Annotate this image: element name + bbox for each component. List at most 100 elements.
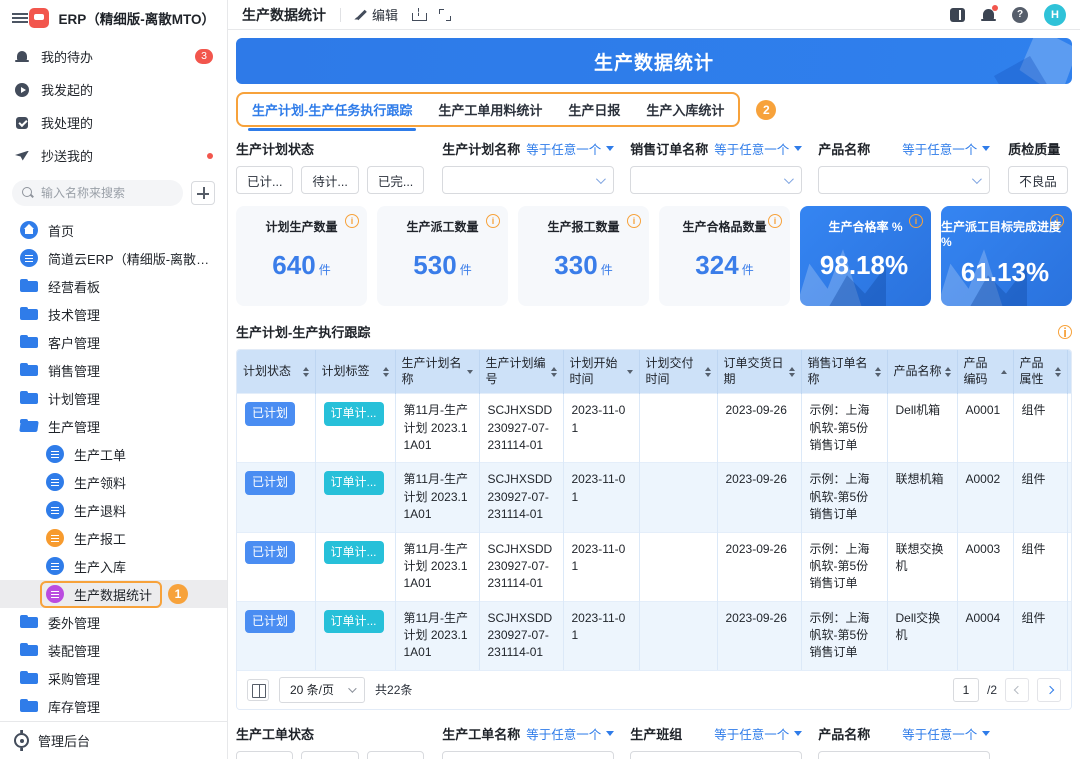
info-icon[interactable]	[768, 214, 782, 228]
filter-operator[interactable]: 等于任意一个	[526, 139, 614, 158]
sidebar-item[interactable]: 采购管理	[0, 664, 227, 692]
sidebar-item[interactable]: 首页	[0, 216, 227, 244]
column-header[interactable]: 产品属性	[1013, 350, 1067, 394]
info-icon[interactable]	[1058, 325, 1072, 339]
product-code-cell: A0003	[957, 532, 1013, 601]
sidebar-item[interactable]: 生产退料	[0, 496, 227, 524]
status-filter-chip[interactable]: 待计...	[301, 166, 358, 194]
plan-table-header: 生产计划-生产执行跟踪	[236, 322, 1072, 341]
filter-operator[interactable]: 等于任意一个	[714, 724, 802, 743]
sidebar-item[interactable]: 销售管理	[0, 356, 227, 384]
help-icon[interactable]: ?	[1012, 7, 1028, 23]
sidebar-item[interactable]: 技术管理	[0, 300, 227, 328]
filter-operator[interactable]: 等于任意一个	[526, 724, 614, 743]
status-badge: 已计划	[245, 541, 295, 564]
column-header[interactable]: 销售订单名称	[801, 350, 887, 394]
column-header[interactable]: 订单交货日期	[717, 350, 801, 394]
status-filter-chip[interactable]: 已派...	[236, 751, 293, 759]
info-icon[interactable]	[345, 214, 359, 228]
filter-dropdown[interactable]	[630, 166, 802, 194]
quick-nav-item[interactable]: 我发起的	[0, 73, 227, 106]
column-header[interactable]: 产品名称	[887, 350, 957, 394]
share-icon[interactable]	[412, 8, 425, 21]
quality-filter-chip[interactable]: 不良品	[1008, 166, 1068, 194]
sidebar-item-icon	[20, 613, 38, 631]
filter-dropdown[interactable]	[442, 751, 614, 759]
quick-nav-item[interactable]: 我的待办 3	[0, 40, 227, 73]
status-filter-chip[interactable]: 已完...	[367, 166, 424, 194]
sidebar-item-label: 生产退料	[74, 501, 126, 520]
sidebar-item[interactable]: 生产管理	[0, 412, 227, 440]
column-header[interactable]	[1067, 350, 1072, 394]
filter-operator[interactable]: 等于任意一个	[902, 724, 990, 743]
journal-icon[interactable]	[950, 8, 965, 22]
sidebar-item[interactable]: 计划管理	[0, 384, 227, 412]
column-header[interactable]: 计划标签	[315, 350, 395, 394]
next-page-button[interactable]	[1037, 678, 1061, 702]
filter-dropdown[interactable]	[630, 751, 802, 759]
info-icon[interactable]	[909, 214, 923, 228]
sidebar-item[interactable]: 装配管理	[0, 636, 227, 664]
admin-console-link[interactable]: 管理后台	[0, 721, 227, 759]
sidebar-item[interactable]: 生产报工	[0, 524, 227, 552]
table-row[interactable]: 已计划 订单计... 第11月-生产计划 2023.11A01 SCJHXSDD…	[237, 601, 1072, 670]
column-header[interactable]: 计划开始时间	[563, 350, 639, 394]
sidebar-item[interactable]: 经营看板	[0, 272, 227, 300]
sidebar-item[interactable]: 委外管理	[0, 608, 227, 636]
order-name-cell: 示例：上海帆软-第5份销售订单	[801, 394, 887, 463]
search-input[interactable]	[41, 186, 173, 200]
column-header[interactable]: 生产计划名称	[395, 350, 479, 394]
column-header[interactable]: 计划交付时间	[639, 350, 717, 394]
table-row[interactable]: 已计划 订单计... 第11月-生产计划 2023.11A01 SCJHXSDD…	[237, 394, 1072, 463]
stat-card: 生产派工目标完成进度 % 61.13%	[941, 206, 1072, 306]
hamburger-menu-icon[interactable]	[12, 12, 20, 24]
filter-operator[interactable]: 等于任意一个	[902, 139, 990, 158]
column-header[interactable]: 计划状态	[237, 350, 315, 394]
filter-operator[interactable]: 等于任意一个	[714, 139, 802, 158]
sidebar-item[interactable]: 简道云ERP（精细版-离散MTO）「...	[0, 244, 227, 272]
filter-dropdown[interactable]	[818, 166, 990, 194]
prev-page-button[interactable]	[1005, 678, 1029, 702]
add-app-button[interactable]	[191, 181, 215, 205]
sidebar-item[interactable]: 生产工单	[0, 440, 227, 468]
info-icon[interactable]	[627, 214, 641, 228]
status-filter-chip[interactable]: 待派...	[301, 751, 358, 759]
fullscreen-icon[interactable]	[439, 9, 451, 21]
tab[interactable]: 生产入库统计	[646, 100, 724, 119]
sidebar-item-label: 生产领料	[74, 473, 126, 492]
info-icon[interactable]	[486, 214, 500, 228]
filter-select: 产品名称 等于任意一个	[818, 139, 990, 194]
filter-dropdown[interactable]	[818, 751, 990, 759]
column-header[interactable]: 产品编码	[957, 350, 1013, 394]
sidebar-item-label: 装配管理	[48, 641, 100, 660]
page-size-select[interactable]: 20 条/页	[279, 677, 365, 703]
tab[interactable]: 生产工单用料统计	[438, 100, 542, 119]
filter-dropdown[interactable]	[442, 166, 614, 194]
status-filter-chip[interactable]: 已计...	[236, 166, 293, 194]
table-row[interactable]: 已计划 订单计... 第11月-生产计划 2023.11A01 SCJHXSDD…	[237, 532, 1072, 601]
deliver-date-cell	[639, 463, 717, 532]
table-row[interactable]: 已计划 订单计... 第11月-生产计划 2023.11A01 SCJHXSDD…	[237, 463, 1072, 532]
sidebar-item[interactable]: 客户管理	[0, 328, 227, 356]
sidebar-item[interactable]: 生产入库	[0, 552, 227, 580]
tab[interactable]: 生产计划-生产任务执行跟踪	[252, 100, 412, 119]
sidebar-item[interactable]: 生产数据统计 1	[0, 580, 227, 608]
tag-badge: 订单计...	[324, 471, 384, 494]
column-header[interactable]: 生产计划编号	[479, 350, 563, 394]
quick-nav-item[interactable]: 抄送我的	[0, 139, 227, 172]
page-number-input[interactable]: 1	[953, 678, 979, 702]
sidebar-item-icon	[46, 445, 64, 463]
sort-icon	[1055, 367, 1061, 377]
sidebar-item-icon	[46, 557, 64, 575]
notifications-bell-icon[interactable]	[981, 7, 996, 22]
quick-nav-item[interactable]: 我处理的	[0, 106, 227, 139]
search-box[interactable]	[12, 180, 183, 206]
column-settings-icon[interactable]	[247, 679, 269, 701]
stat-card-label: 生产派工数量	[406, 218, 478, 235]
sidebar-item[interactable]: 库存管理	[0, 692, 227, 720]
edit-button[interactable]: 编辑	[355, 5, 398, 24]
sidebar-item[interactable]: 生产领料	[0, 468, 227, 496]
status-filter-chip[interactable]: 已完...	[367, 751, 424, 759]
avatar[interactable]: H	[1044, 4, 1066, 26]
tab[interactable]: 生产日报	[568, 100, 620, 119]
